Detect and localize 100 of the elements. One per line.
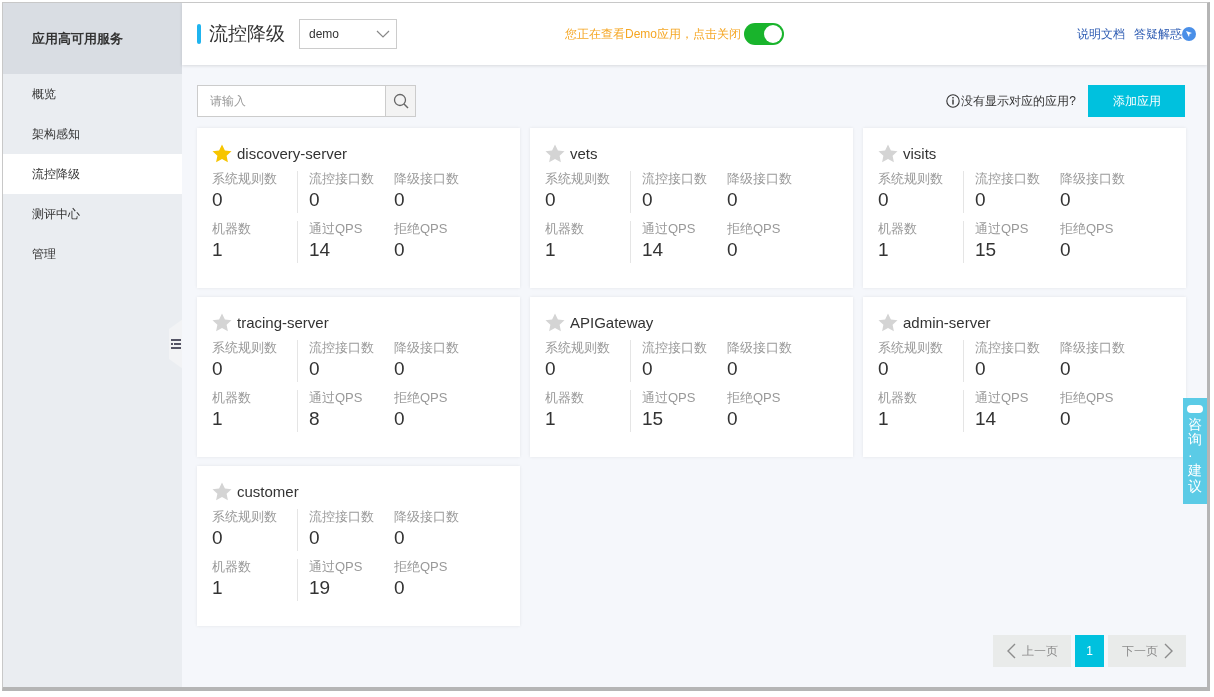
search-icon [392, 93, 409, 109]
chevron-right-icon [1163, 643, 1173, 659]
stat-label: 流控接口数 [975, 340, 1041, 356]
stat-label: 拒绝QPS [1060, 221, 1115, 237]
stat-label: 机器数 [212, 559, 252, 575]
stat-value: 8 [309, 407, 321, 431]
stat-label: 流控接口数 [309, 171, 375, 187]
stat-value: 0 [309, 526, 321, 550]
stat-label: 系统规则数 [545, 340, 611, 356]
stat-label: 降级接口数 [727, 171, 793, 187]
search-field[interactable]: 请输入 [197, 85, 385, 117]
stat-value: 14 [642, 238, 665, 262]
menu-icon [171, 338, 181, 350]
stat-value: 0 [727, 238, 739, 262]
info-icon [946, 94, 961, 108]
stat-label: 拒绝QPS [394, 559, 449, 575]
stat-label: 系统规则数 [212, 509, 278, 525]
stat-label: 机器数 [545, 390, 585, 406]
stat-value: 0 [975, 357, 987, 381]
stat-label: 降级接口数 [394, 171, 460, 187]
stat-label: 系统规则数 [545, 171, 611, 187]
star-icon[interactable] [212, 313, 232, 332]
app-select[interactable]: demo [299, 19, 397, 49]
app-card[interactable]: APIGateway 系统规则数 0 流控接口数 0 降级接口数 0 机器数 1 通过QPS 15 拒绝QPS 0 [530, 297, 853, 457]
help-link[interactable]: 答疑解惑 [1134, 25, 1182, 43]
stat-label: 机器数 [212, 221, 252, 237]
stat-value: 1 [212, 407, 224, 431]
stat-value: 0 [727, 407, 739, 431]
stat-value: 14 [975, 407, 998, 431]
stat-value: 0 [212, 526, 224, 550]
star-icon[interactable] [545, 144, 565, 163]
stat-value: 1 [545, 407, 557, 431]
stat-value: 0 [394, 526, 406, 550]
pointer-icon [1182, 27, 1196, 41]
stat-label: 拒绝QPS [727, 221, 782, 237]
sidebar-item[interactable]: 测评中心 [3, 194, 182, 234]
stat-value: 15 [975, 238, 998, 262]
star-icon[interactable] [212, 482, 232, 501]
app-name: APIGateway [570, 314, 654, 331]
stat-value: 0 [394, 576, 406, 600]
stat-label: 通过QPS [642, 390, 697, 406]
sidebar-item[interactable]: 概览 [3, 74, 182, 114]
demo-toggle[interactable] [744, 23, 784, 45]
stat-value: 0 [975, 188, 987, 212]
app-name: customer [237, 483, 299, 500]
app-name: vets [570, 145, 598, 162]
stat-value: 0 [545, 357, 557, 381]
stat-value: 0 [545, 188, 557, 212]
app-name: visits [903, 145, 937, 162]
app-card[interactable]: vets 系统规则数 0 流控接口数 0 降级接口数 0 机器数 1 通过QPS 14 拒绝QPS 0 [530, 128, 853, 288]
stat-label: 拒绝QPS [394, 390, 449, 406]
stat-label: 通过QPS [975, 390, 1030, 406]
stat-value: 0 [727, 188, 739, 212]
stat-value: 15 [642, 407, 665, 431]
app-card[interactable]: admin-server 系统规则数 0 流控接口数 0 降级接口数 0 机器数 1 通过QPS 14 拒绝QPS 0 [863, 297, 1186, 457]
search-button[interactable] [385, 85, 416, 117]
sidebar-item[interactable]: 架构感知 [3, 114, 182, 154]
chevron-down-icon [376, 30, 390, 38]
stat-label: 拒绝QPS [727, 390, 782, 406]
star-icon[interactable] [212, 144, 232, 163]
stat-value: 0 [1060, 238, 1072, 262]
stat-value: 0 [1060, 357, 1072, 381]
stat-value: 0 [394, 357, 406, 381]
stat-value: 0 [309, 357, 321, 381]
stat-label: 机器数 [545, 221, 585, 237]
stat-value: 14 [309, 238, 332, 262]
stat-value: 0 [212, 357, 224, 381]
star-icon[interactable] [878, 144, 898, 163]
stat-label: 拒绝QPS [1060, 390, 1115, 406]
stat-label: 流控接口数 [642, 340, 708, 356]
star-icon[interactable] [545, 313, 565, 332]
sidebar-item[interactable]: 管理 [3, 234, 182, 274]
stat-label: 通过QPS [975, 221, 1030, 237]
help-link[interactable]: 说明文档 [1077, 25, 1125, 43]
stat-label: 拒绝QPS [394, 221, 449, 237]
demo-notice: 您正在查看Demo应用，点击关闭 [565, 25, 741, 43]
stat-label: 降级接口数 [1060, 340, 1126, 356]
stat-label: 系统规则数 [878, 340, 944, 356]
missing-app-hint[interactable]: 没有显示对应的应用? [961, 92, 1076, 110]
app-name: admin-server [903, 314, 991, 331]
app-name: discovery-server [237, 145, 348, 162]
stat-label: 系统规则数 [212, 340, 278, 356]
stat-label: 降级接口数 [1060, 171, 1126, 187]
app-card[interactable]: discovery-server 系统规则数 0 流控接口数 0 降级接口数 0 机器数 1 通过QPS 14 拒绝QPS 0 [197, 128, 520, 288]
stat-label: 降级接口数 [727, 340, 793, 356]
stat-value: 0 [394, 188, 406, 212]
app-card[interactable]: customer 系统规则数 0 流控接口数 0 降级接口数 0 机器数 1 通过QPS 19 拒绝QPS 0 [197, 466, 520, 626]
stat-value: 1 [212, 576, 224, 600]
stat-label: 流控接口数 [309, 509, 375, 525]
stat-label: 机器数 [878, 390, 918, 406]
page-title: 流控降级 [209, 22, 285, 46]
stat-label: 流控接口数 [309, 340, 375, 356]
stat-label: 系统规则数 [878, 171, 944, 187]
sidebar-item[interactable]: 流控降级 [3, 154, 182, 194]
app-card[interactable]: visits 系统规则数 0 流控接口数 0 降级接口数 0 机器数 1 通过QPS 15 拒绝QPS 0 [863, 128, 1186, 288]
stat-value: 0 [1060, 407, 1072, 431]
stat-value: 19 [309, 576, 332, 600]
star-icon[interactable] [878, 313, 898, 332]
chevron-left-icon [1006, 643, 1016, 659]
app-card[interactable]: tracing-server 系统规则数 0 流控接口数 0 降级接口数 0 机器数 1 通过QPS 8 拒绝QPS 0 [197, 297, 520, 457]
